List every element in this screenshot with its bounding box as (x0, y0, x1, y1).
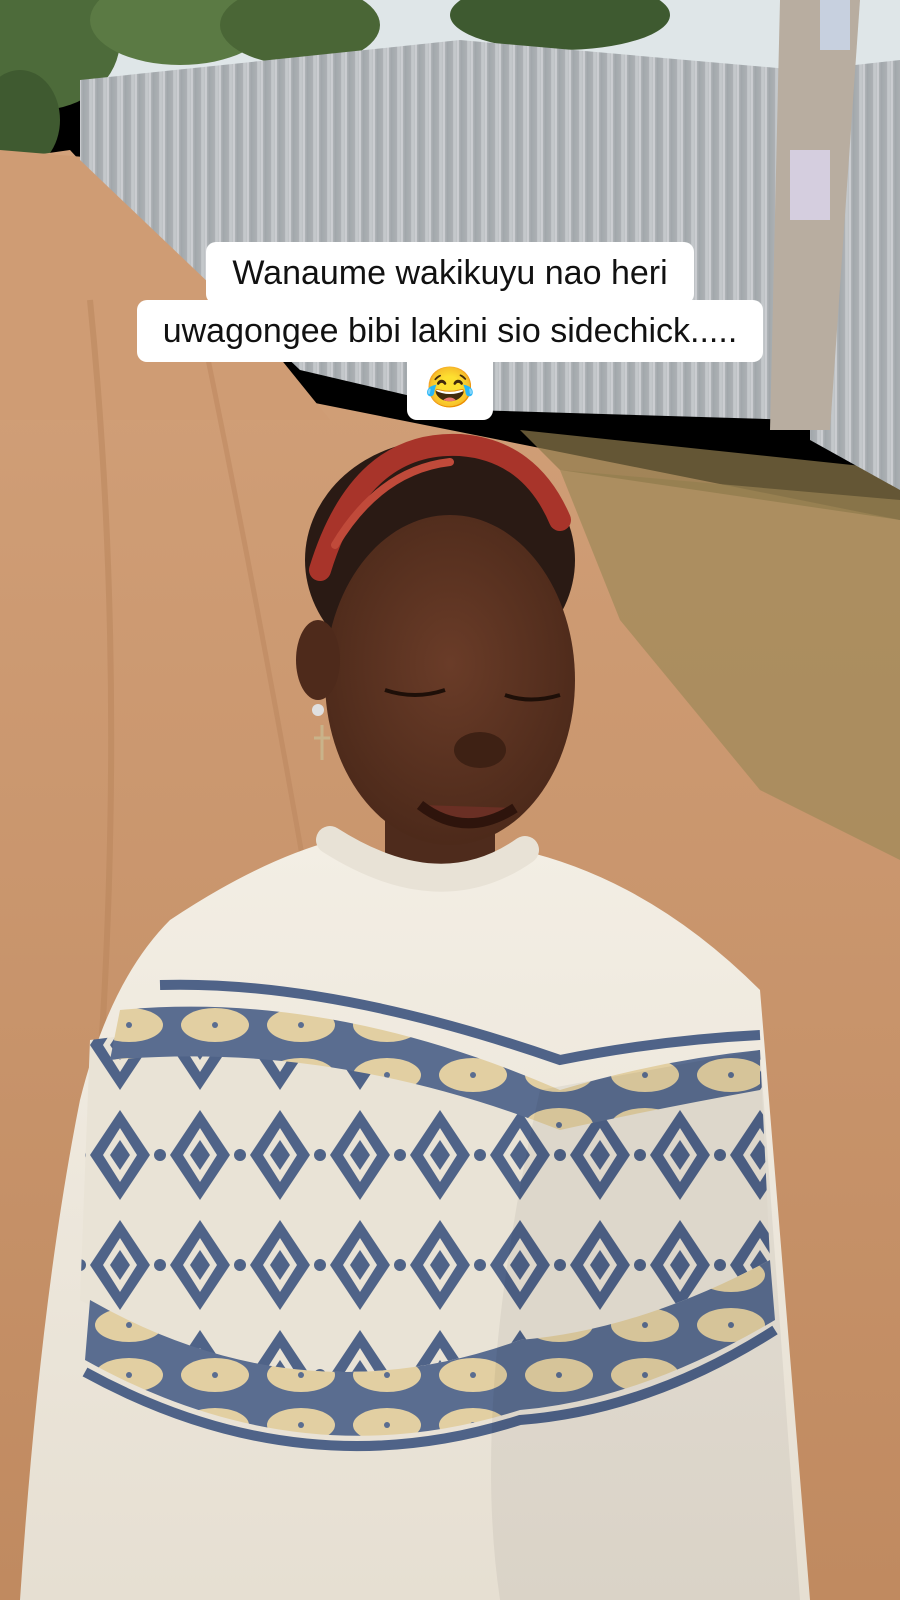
caption-emoji: 😂 (407, 358, 493, 420)
caption-overlay: Wanaume wakikuyu nao heri uwagongee bibi… (0, 242, 900, 420)
video-frame: Wanaume wakikuyu nao heri uwagongee bibi… (0, 0, 900, 1600)
caption-line-2: uwagongee bibi lakini sio sidechick..... (136, 300, 764, 362)
selfie-photo (0, 0, 900, 1600)
caption-line-1: Wanaume wakikuyu nao heri (206, 242, 694, 304)
